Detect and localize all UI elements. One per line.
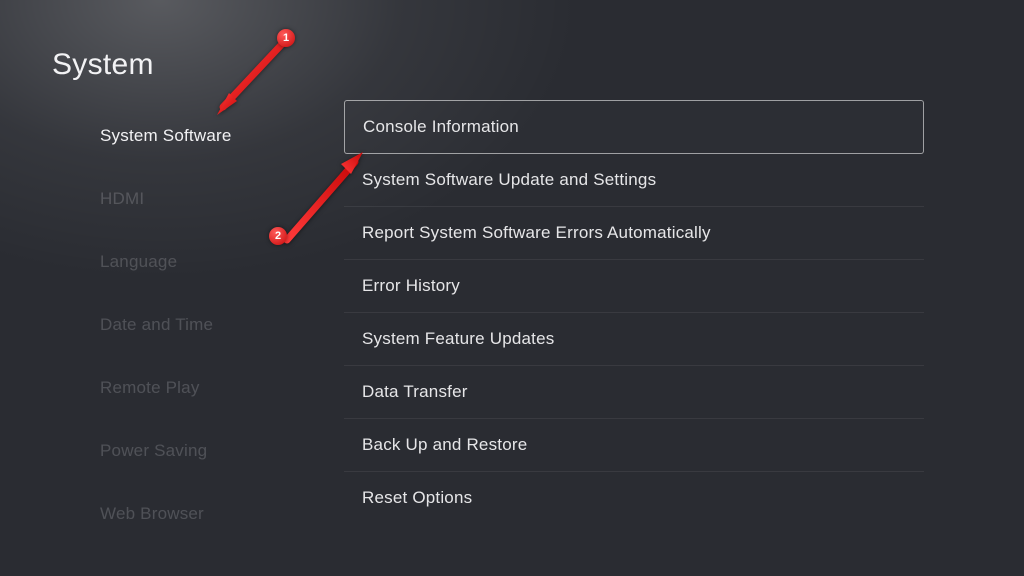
badge-1: 1 <box>277 29 295 47</box>
main-item-console-information[interactable]: Console Information <box>344 100 924 154</box>
main-item-data-transfer[interactable]: Data Transfer <box>344 366 924 419</box>
sidebar-item-system-software[interactable]: System Software <box>100 112 310 160</box>
sidebar-item-date-and-time[interactable]: Date and Time <box>100 301 310 349</box>
main-item-report-errors[interactable]: Report System Software Errors Automatica… <box>344 207 924 260</box>
annotation-badge-1: 1 <box>277 29 295 47</box>
sidebar-item-power-saving[interactable]: Power Saving <box>100 427 310 475</box>
sidebar-item-language[interactable]: Language <box>100 238 310 286</box>
main-panel: Console Information System Software Upda… <box>344 100 924 524</box>
page-title: System <box>52 48 154 82</box>
main-item-error-history[interactable]: Error History <box>344 260 924 313</box>
main-item-reset-options[interactable]: Reset Options <box>344 472 924 524</box>
sidebar: System Software HDMI Language Date and T… <box>100 112 310 553</box>
main-item-system-feature-updates[interactable]: System Feature Updates <box>344 313 924 366</box>
sidebar-item-hdmi[interactable]: HDMI <box>100 175 310 223</box>
main-item-system-software-update[interactable]: System Software Update and Settings <box>344 154 924 207</box>
sidebar-item-remote-play[interactable]: Remote Play <box>100 364 310 412</box>
sidebar-item-web-browser[interactable]: Web Browser <box>100 490 310 538</box>
main-item-back-up-restore[interactable]: Back Up and Restore <box>344 419 924 472</box>
